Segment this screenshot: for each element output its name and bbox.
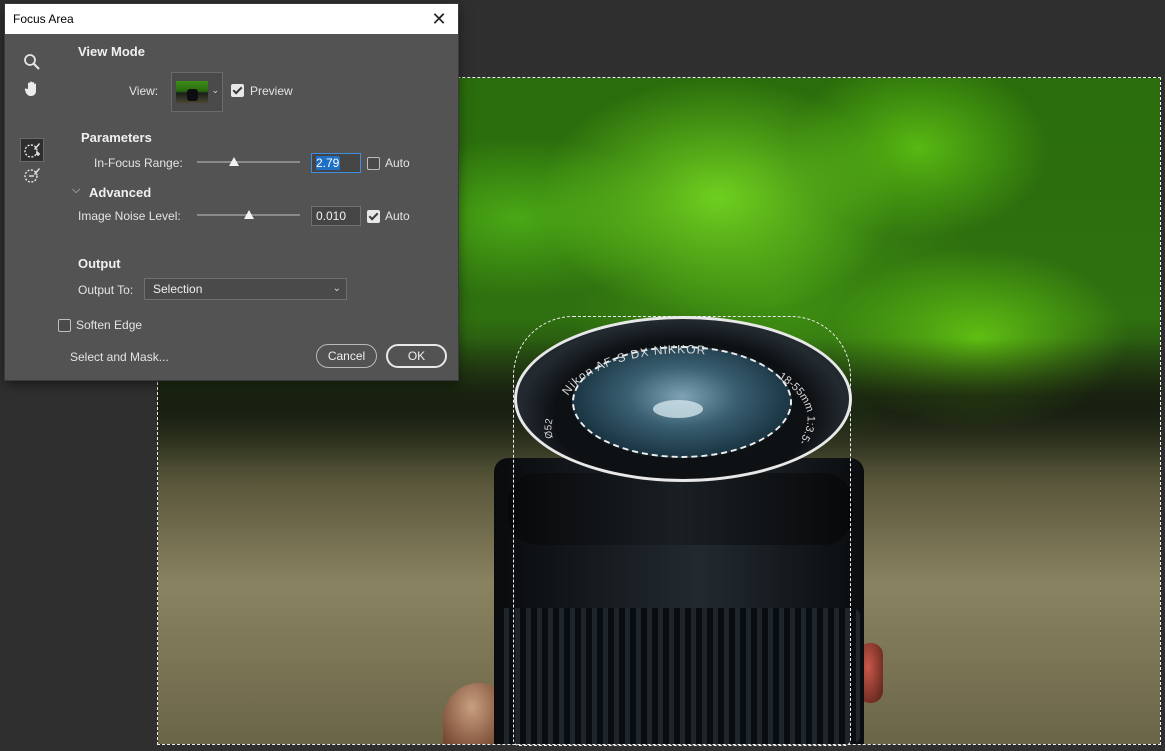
output-to-value: Selection — [153, 282, 203, 296]
view-label: View: — [129, 84, 159, 98]
lens-grip-ribs — [498, 608, 860, 744]
chevron-down-icon: ⌄ — [332, 283, 341, 294]
hand-icon — [24, 81, 36, 96]
noise-auto-checkbox[interactable] — [367, 210, 380, 223]
soften-edge-label: Soften Edge — [76, 318, 143, 332]
focus-area-dialog: Focus Area ✕ View Mode View: ⌄ Preview P… — [5, 4, 458, 380]
in-focus-range-input[interactable]: 2.79 — [311, 153, 361, 173]
output-heading: Output — [78, 256, 121, 271]
focus-area-subtract-tool-button[interactable] — [21, 164, 43, 186]
parameters-heading: Parameters — [81, 130, 152, 145]
noise-level-input[interactable]: 0.010 — [311, 206, 361, 226]
dialog-title: Focus Area — [13, 12, 74, 26]
view-mode-heading: View Mode — [78, 44, 145, 59]
output-to-select[interactable]: Selection ⌄ — [144, 278, 347, 300]
advanced-toggle[interactable]: Advanced — [89, 185, 151, 200]
hand-tool-button[interactable] — [21, 78, 43, 100]
chevron-down-icon: ⌄ — [211, 85, 219, 95]
advanced-chevron-icon[interactable]: ⌵ — [72, 184, 80, 197]
select-and-mask-button[interactable]: Select and Mask... — [70, 350, 169, 364]
close-button[interactable]: ✕ — [420, 4, 458, 34]
ok-button[interactable]: OK — [386, 344, 447, 368]
preview-checkbox[interactable] — [231, 84, 244, 97]
view-mode-picker[interactable]: ⌄ — [171, 72, 223, 112]
in-focus-range-slider-thumb[interactable] — [229, 157, 240, 166]
focus-area-subtract-icon — [24, 168, 40, 183]
in-focus-range-slider[interactable] — [197, 161, 300, 163]
text-caret — [339, 157, 341, 171]
in-focus-auto-checkbox[interactable] — [367, 157, 380, 170]
noise-level-slider-thumb[interactable] — [243, 210, 254, 219]
lens-reflection — [653, 400, 703, 418]
in-focus-range-label: In-Focus Range: — [94, 156, 183, 170]
noise-level-label: Image Noise Level: — [78, 209, 181, 223]
in-focus-range-value: 2.79 — [316, 156, 340, 170]
focus-area-add-tool-button[interactable] — [20, 138, 44, 162]
dialog-titlebar[interactable]: Focus Area ✕ — [5, 4, 458, 34]
zoom-tool-button[interactable] — [21, 51, 43, 73]
zoom-icon — [24, 54, 40, 70]
preview-label: Preview — [250, 84, 293, 98]
noise-auto-label: Auto — [385, 209, 410, 223]
focus-area-add-icon — [24, 143, 40, 158]
view-thumbnail — [176, 81, 208, 103]
lens-zoom-ring — [508, 473, 853, 545]
soften-edge-checkbox[interactable] — [58, 319, 71, 332]
cancel-button[interactable]: Cancel — [316, 344, 377, 368]
in-focus-auto-label: Auto — [385, 156, 410, 170]
output-to-label: Output To: — [78, 283, 134, 297]
